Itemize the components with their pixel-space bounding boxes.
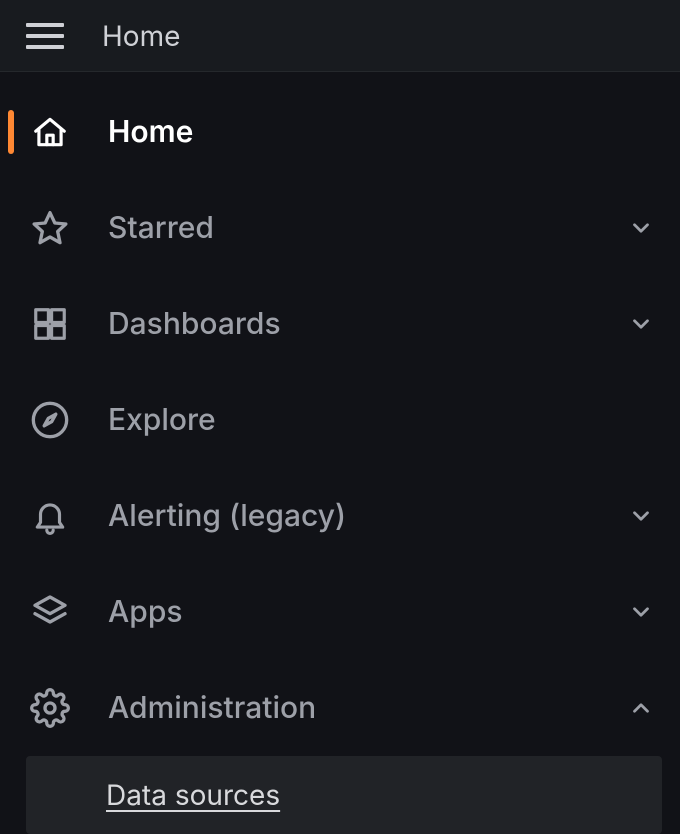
- sidebar-item-label: Explore: [108, 402, 654, 438]
- sidebar-item-label: Dashboards: [108, 306, 590, 342]
- sidebar-subitem-data-sources[interactable]: Data sources: [26, 756, 662, 834]
- sidebar-item-label: Starred: [108, 210, 590, 246]
- sidebar-item-alerting[interactable]: Alerting (legacy): [0, 468, 680, 564]
- star-icon: [30, 208, 70, 248]
- chevron-down-icon: [628, 599, 654, 625]
- layers-icon: [30, 592, 70, 632]
- chevron-up-icon: [628, 695, 654, 721]
- sidebar-item-label: Home: [108, 114, 654, 150]
- gear-icon: [30, 688, 70, 728]
- sidebar-item-dashboards[interactable]: Dashboards: [0, 276, 680, 372]
- sidebar-subitem-label: Data sources: [106, 778, 280, 812]
- hamburger-menu-button[interactable]: [26, 16, 66, 56]
- grid-icon: [30, 304, 70, 344]
- sidebar-item-starred[interactable]: Starred: [0, 180, 680, 276]
- bell-icon: [30, 496, 70, 536]
- sidebar-item-explore[interactable]: Explore: [0, 372, 680, 468]
- topbar: Home: [0, 0, 680, 72]
- sidebar-item-label: Administration: [108, 690, 590, 726]
- sidebar-item-home[interactable]: Home: [0, 84, 680, 180]
- compass-icon: [30, 400, 70, 440]
- sidebar-item-apps[interactable]: Apps: [0, 564, 680, 660]
- sidebar-item-label: Alerting (legacy): [108, 498, 590, 534]
- home-icon: [30, 112, 70, 152]
- chevron-down-icon: [628, 215, 654, 241]
- sidebar-nav: Home Starred Dashboards: [0, 72, 680, 834]
- chevron-down-icon: [628, 311, 654, 337]
- chevron-down-icon: [628, 503, 654, 529]
- sidebar-item-label: Apps: [108, 594, 590, 630]
- sidebar-item-administration[interactable]: Administration: [0, 660, 680, 756]
- breadcrumb-title[interactable]: Home: [102, 19, 180, 53]
- active-indicator: [8, 110, 14, 154]
